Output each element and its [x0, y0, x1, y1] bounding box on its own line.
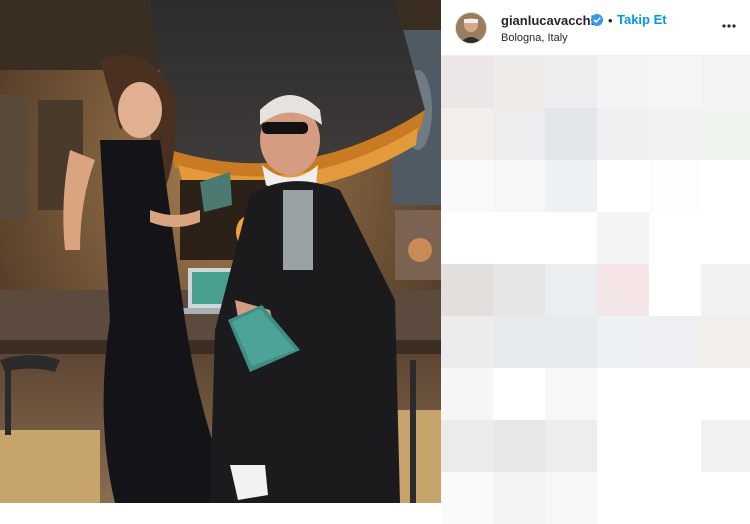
pixelated-tile — [441, 316, 493, 368]
pixelated-tile — [545, 264, 597, 316]
pixelated-tile — [493, 212, 545, 264]
pixelated-tile — [493, 472, 545, 524]
post-photo[interactable] — [0, 0, 441, 503]
pixelated-tile — [701, 264, 750, 316]
pixelated-tile — [649, 56, 701, 108]
pixelated-tile — [493, 160, 545, 212]
pixelated-tile — [597, 212, 649, 264]
pixelated-tile — [545, 316, 597, 368]
pixelated-tile — [493, 108, 545, 160]
pixelated-tile — [441, 368, 493, 420]
avatar[interactable] — [456, 13, 486, 43]
more-options-icon[interactable] — [721, 18, 737, 34]
pixelated-tile — [649, 108, 701, 160]
pixelated-tile — [545, 212, 597, 264]
pixelated-tile — [701, 368, 750, 420]
pixelated-tile — [649, 316, 701, 368]
pixelated-tile — [493, 264, 545, 316]
pixelated-tile — [701, 316, 750, 368]
post-header: gianlucavacchi • Takip Et Bologna, Italy — [441, 0, 750, 56]
pixelated-tile — [441, 472, 493, 524]
pixelated-tile — [545, 420, 597, 472]
pixelated-tile — [649, 472, 701, 524]
pixelated-tile — [597, 420, 649, 472]
pixelated-tile — [597, 316, 649, 368]
username-link[interactable]: gianlucavacchi — [501, 13, 594, 28]
verified-badge-icon — [591, 13, 603, 26]
avatar-image — [456, 13, 486, 43]
pixelated-tile — [597, 472, 649, 524]
pixelated-tile — [441, 264, 493, 316]
pixelated-tile — [441, 108, 493, 160]
pixelated-tile — [441, 160, 493, 212]
pixelated-tile — [701, 212, 750, 264]
pixelated-tile — [545, 108, 597, 160]
pixelated-comments-area — [441, 56, 750, 524]
location-link[interactable]: Bologna, Italy — [501, 32, 568, 44]
pixelated-tile — [545, 56, 597, 108]
pixelated-tile — [493, 56, 545, 108]
pixelated-tile — [597, 56, 649, 108]
separator-dot: • — [608, 13, 613, 28]
pixelated-tile — [649, 264, 701, 316]
follow-button[interactable]: Takip Et — [617, 12, 667, 27]
pixelated-tile — [545, 472, 597, 524]
pixelated-tile — [649, 160, 701, 212]
pixelated-tile — [597, 368, 649, 420]
pixelated-tile — [441, 420, 493, 472]
pixelated-tile — [701, 160, 750, 212]
pixelated-tile — [597, 160, 649, 212]
pixelated-tile — [493, 368, 545, 420]
pixelated-tile — [701, 420, 750, 472]
pixelated-tile — [493, 316, 545, 368]
pixelated-tile — [545, 160, 597, 212]
pixelated-tile — [701, 108, 750, 160]
pixelated-tile — [545, 368, 597, 420]
pixelated-tile — [493, 420, 545, 472]
pixelated-tile — [597, 108, 649, 160]
pixelated-tile — [441, 212, 493, 264]
post-photo-illustration — [0, 0, 441, 503]
pixelated-tile — [649, 212, 701, 264]
pixelated-tile — [701, 56, 750, 108]
post-sidebar: gianlucavacchi • Takip Et Bologna, Italy — [441, 0, 750, 524]
pixelated-tile — [597, 264, 649, 316]
pixelated-tile — [649, 420, 701, 472]
pixelated-tile — [441, 56, 493, 108]
pixelated-tile — [701, 472, 750, 524]
pixelated-tile — [649, 368, 701, 420]
